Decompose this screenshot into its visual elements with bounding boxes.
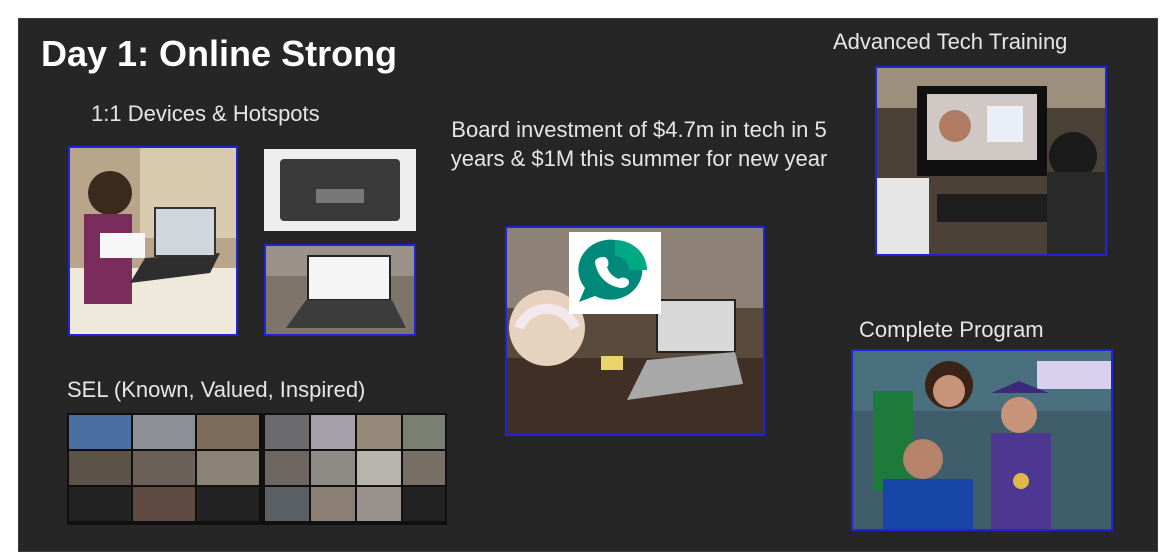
slide-title: Day 1: Online Strong [41,33,398,74]
tech-training-photo [875,66,1107,256]
graduation-photo [851,349,1113,531]
chromebook-photo [264,244,416,336]
investment-label: Board investment of $4.7m in tech in 5 y… [450,117,828,172]
devices-label: 1:1 Devices & Hotspots [91,101,320,126]
hotspot-photo [264,149,416,231]
sel-label: SEL (Known, Valued, Inspired) [67,377,366,402]
google-meet-logo-icon [569,232,661,314]
tech-training-label: Advanced Tech Training [833,29,1068,54]
slide: Day 1: Online Strong 1:1 Devices & Hotsp… [18,18,1158,552]
complete-program-label: Complete Program [859,317,1044,342]
sel-zoom-gallery [67,413,447,525]
student-laptop-photo [68,146,238,336]
